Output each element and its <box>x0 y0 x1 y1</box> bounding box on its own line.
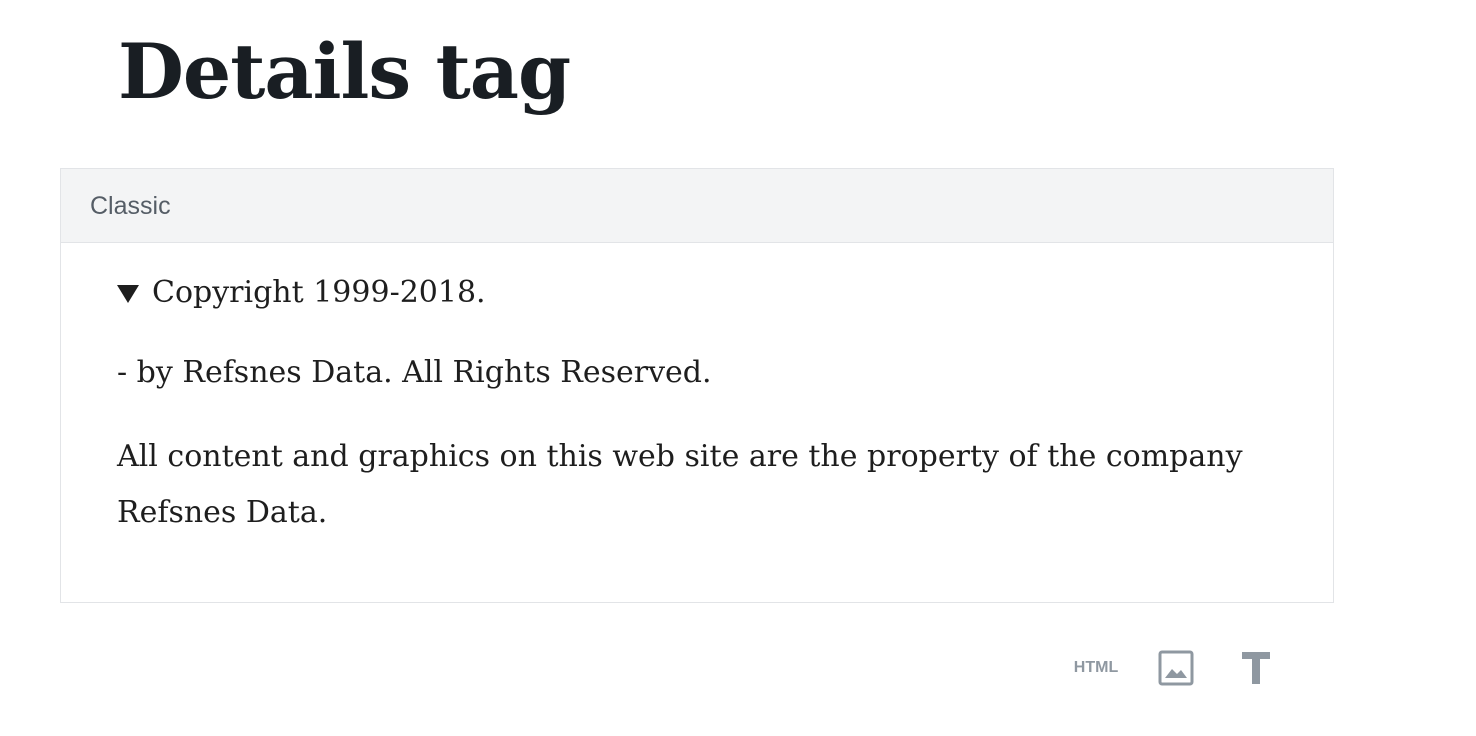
details-paragraph: All content and graphics on this web sit… <box>117 439 1243 530</box>
html-tool-label: HTML <box>1073 659 1119 676</box>
html-icon[interactable]: HTML <box>1068 646 1124 690</box>
image-icon-svg <box>1158 650 1194 686</box>
block-inserter-toolbar: HTML <box>1068 646 1278 690</box>
details-summary[interactable]: Copyright 1999-2018. <box>117 271 486 315</box>
classic-block-toolbar[interactable]: Classic <box>61 169 1333 243</box>
details-summary-text: Copyright 1999-2018. <box>152 275 486 310</box>
text-icon-svg <box>1242 652 1270 684</box>
classic-block-label: Classic <box>90 192 171 220</box>
page-title[interactable]: Details tag <box>118 22 571 122</box>
image-icon[interactable] <box>1154 646 1198 690</box>
disclosure-triangle-icon[interactable] <box>117 285 139 303</box>
text-icon[interactable] <box>1234 646 1278 690</box>
details-rights-text: - by Refsnes Data. All Rights Reserved. <box>117 355 712 390</box>
classic-block[interactable]: Classic Copyright 1999-2018. - by Refsne… <box>60 168 1334 603</box>
